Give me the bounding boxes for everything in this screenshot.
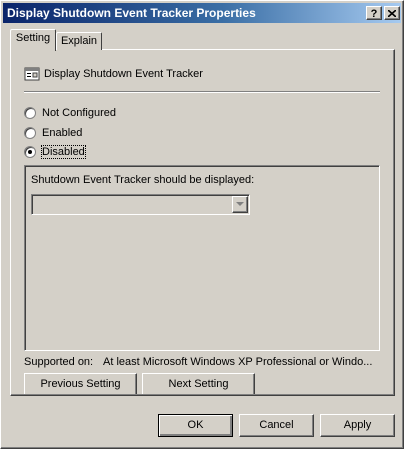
- setting-tab-panel: [10, 49, 395, 396]
- help-button[interactable]: ?: [366, 6, 382, 20]
- close-icon: [388, 10, 396, 17]
- title-bar[interactable]: Display Shutdown Event Tracker Propertie…: [3, 3, 401, 23]
- cancel-button[interactable]: Cancel: [239, 414, 314, 437]
- apply-button[interactable]: Apply: [320, 414, 395, 437]
- tab-explain[interactable]: Explain: [56, 32, 102, 50]
- tab-setting[interactable]: Setting: [10, 29, 56, 51]
- ok-button[interactable]: OK: [158, 414, 233, 437]
- window-title: Display Shutdown Event Tracker Propertie…: [7, 6, 256, 20]
- close-button[interactable]: [384, 6, 400, 20]
